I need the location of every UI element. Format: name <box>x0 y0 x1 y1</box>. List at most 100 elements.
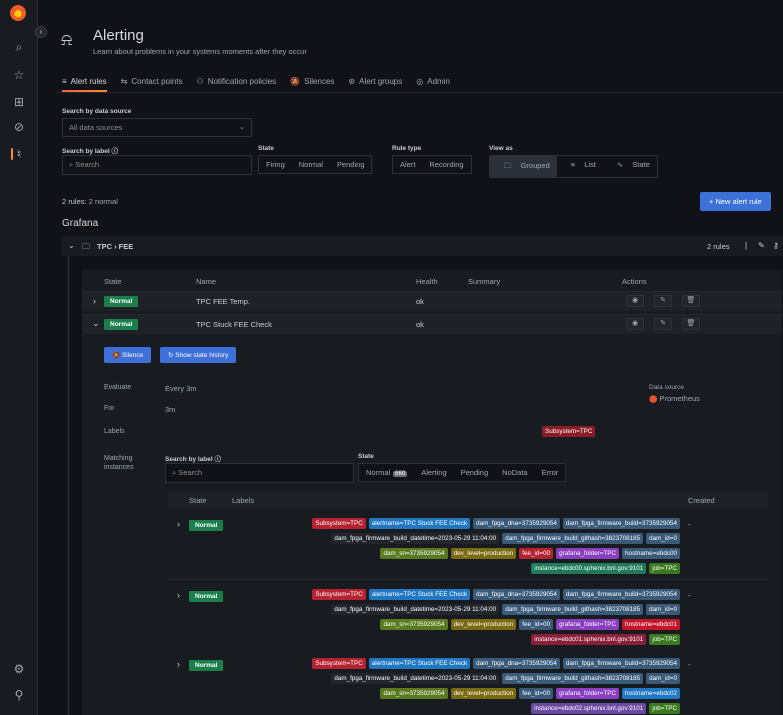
datasource-label: Data source <box>649 384 685 391</box>
label-line: instance=ebdc01.sphenix.bnl.gov:9101 job=… <box>531 634 680 645</box>
star-icon[interactable]: ☆ <box>0 68 38 82</box>
instance-state-normal-option[interactable]: Normal 660 <box>359 464 414 481</box>
instance-search-label: Search by label ⓘ <box>165 456 222 463</box>
instance-row[interactable]: › Normal - Subsystem=TPC alertname=TPC Stuck… <box>168 581 768 651</box>
inst-col-labels: Labels <box>232 496 255 505</box>
evaluate-value: Every 3m <box>165 384 197 393</box>
label-chip: dam_fpga_firmware_build=3735929054 <box>562 589 680 600</box>
trash-icon[interactable]: 🗑 <box>682 295 700 307</box>
new-alert-rule-button[interactable]: + New alert rule <box>700 192 771 211</box>
rule-type-alert-option[interactable]: Alert <box>393 156 422 173</box>
label-chip: dam_fpga_firmware_build_datetime=2023-05… <box>331 604 500 615</box>
help-icon[interactable]: ⚲ <box>0 688 38 702</box>
label-chip: grafana_folder=TPC <box>556 688 619 699</box>
view-list-option[interactable]: ≡ List <box>557 156 603 177</box>
instance-state-filter: Normal 660 Alerting Pending NoData Error <box>358 463 567 482</box>
explore-icon[interactable]: ⊘ <box>0 120 38 134</box>
label-line: instance=ebdc02.sphenix.bnl.gov:9101 job=… <box>531 703 680 714</box>
chevron-down-icon[interactable]: ⌄ <box>92 318 100 329</box>
tab-label: Admin <box>427 77 450 86</box>
silence-button[interactable]: 🔕 Silence <box>104 347 152 363</box>
label-search-label: Search by label ⓘ <box>62 148 119 155</box>
col-actions: Actions <box>622 277 647 286</box>
label-chip: dev_level=production <box>450 619 517 630</box>
instance-row[interactable]: › Normal - Subsystem=TPC alertname=TPC Stuck… <box>168 510 768 580</box>
label-chip: job=TPC <box>649 563 680 574</box>
for-label: For <box>104 405 115 412</box>
tabs-divider <box>56 92 783 93</box>
chevron-down-icon[interactable]: ⌄ <box>68 241 75 250</box>
instance-state-option-label: Error <box>541 468 559 477</box>
tab-label: Alert groups <box>359 77 403 86</box>
gear-icon[interactable]: ⚙ <box>0 662 38 676</box>
label-chip: Subsystem=TPC <box>542 426 596 437</box>
pencil-icon[interactable]: ✎ <box>654 295 672 307</box>
instance-state-option-label: NoData <box>502 468 528 477</box>
label-chip: dam_fpga_dna=3735929054 <box>473 589 560 600</box>
label-line: dam_fpga_firmware_build_datetime=2023-05… <box>331 604 680 615</box>
alerting-icon[interactable]: ♮ <box>0 147 38 161</box>
pencil-icon[interactable]: ✎ <box>654 318 672 330</box>
search-icon[interactable]: ⌕ <box>0 40 38 54</box>
folder-row[interactable]: ⌄ 🗀 TPC › FEE 2 rules | ✎ ⚷ <box>62 236 783 256</box>
tab-contact-points[interactable]: ⇆ Contact points <box>121 77 183 92</box>
rule-name: TPC Stuck FEE Check <box>196 320 272 329</box>
instance-state-error-option[interactable]: Error <box>535 464 566 481</box>
summary-prefix: 2 rules: <box>62 197 87 206</box>
label-line: Subsystem=TPC alertname=TPC Stuck FEE Che… <box>312 518 680 529</box>
instances-label: instances <box>104 464 134 471</box>
rule-type-recording-option[interactable]: Recording <box>422 156 470 173</box>
chevron-right-icon[interactable]: › <box>93 296 96 306</box>
view-option-label: Grouped <box>520 161 550 170</box>
instances-header <box>168 491 768 509</box>
datasource-name: Prometheus <box>659 394 700 403</box>
instance-search-input[interactable]: ⌕ Search <box>165 463 354 483</box>
instance-state-label: State <box>358 453 374 460</box>
instance-row[interactable]: › Normal - Subsystem=TPC alertname=TPC Stuck… <box>168 650 768 715</box>
view-grouped-option[interactable]: 🗀 Grouped <box>490 156 557 177</box>
tab-silences[interactable]: 🔕 Silences <box>290 77 334 92</box>
normal-count-badge: 660 <box>393 471 408 477</box>
sidebar-expand-button[interactable]: › <box>35 26 47 38</box>
view-state-option[interactable]: ∿ State <box>603 156 657 177</box>
rule-row[interactable] <box>82 314 782 334</box>
state-pending-option[interactable]: Pending <box>330 156 372 173</box>
view-icon[interactable]: ◉ <box>626 318 644 330</box>
label-search-input[interactable]: ⌕ Search <box>62 155 252 175</box>
tab-alert-rules[interactable]: ≡ Alert rules <box>62 77 107 92</box>
tab-alert-groups[interactable]: ⊛ Alert groups <box>348 77 402 92</box>
instance-state-nodata-option[interactable]: NoData <box>495 464 534 481</box>
chevron-right-icon[interactable]: › <box>177 659 180 669</box>
chevron-right-icon[interactable]: › <box>177 590 180 600</box>
dashboards-icon[interactable]: ⊞ <box>0 95 38 109</box>
rule-row[interactable] <box>82 291 782 311</box>
instance-state-badge: Normal <box>189 520 224 531</box>
label-chip: dam_fpga_firmware_build_githash=38237081… <box>502 604 644 615</box>
col-health: Health <box>416 277 438 286</box>
instance-state-option-label: Alerting <box>421 468 447 477</box>
pencil-icon[interactable]: ✎ <box>758 241 765 250</box>
state-history-button[interactable]: ↻ Show state history <box>160 347 237 363</box>
rule-name: TPC FEE Temp. <box>196 297 251 306</box>
trash-icon[interactable]: 🗑 <box>682 318 700 330</box>
instance-state-pending-option[interactable]: Pending <box>454 464 496 481</box>
label-chip: hostname=ebdc01 <box>622 619 680 630</box>
tab-notification-policies[interactable]: ⚇ Notification policies <box>197 77 277 92</box>
tab-label: Silences <box>304 77 335 86</box>
rule-state-badge: Normal <box>104 319 139 330</box>
chevron-right-icon[interactable]: › <box>177 519 180 529</box>
search-icon: ⌕ <box>69 160 74 169</box>
rule-type-label: Rule type <box>392 145 422 152</box>
view-icon[interactable]: ◉ <box>626 295 644 307</box>
tab-admin[interactable]: ◎ Admin <box>416 77 450 92</box>
state-firing-option[interactable]: Firing <box>259 156 292 173</box>
grafana-logo[interactable] <box>10 5 26 21</box>
label-chip: hostname=ebdc00 <box>622 548 680 559</box>
for-value: 3m <box>165 405 176 414</box>
instance-created: - <box>688 520 691 529</box>
label-chip: alertname=TPC Stuck FEE Check <box>368 658 471 669</box>
instance-state-alerting-option[interactable]: Alerting <box>414 464 453 481</box>
key-icon[interactable]: ⚷ <box>773 241 779 250</box>
state-normal-option[interactable]: Normal <box>292 156 330 173</box>
datasource-select[interactable]: All data sources ⌄ <box>62 118 252 137</box>
